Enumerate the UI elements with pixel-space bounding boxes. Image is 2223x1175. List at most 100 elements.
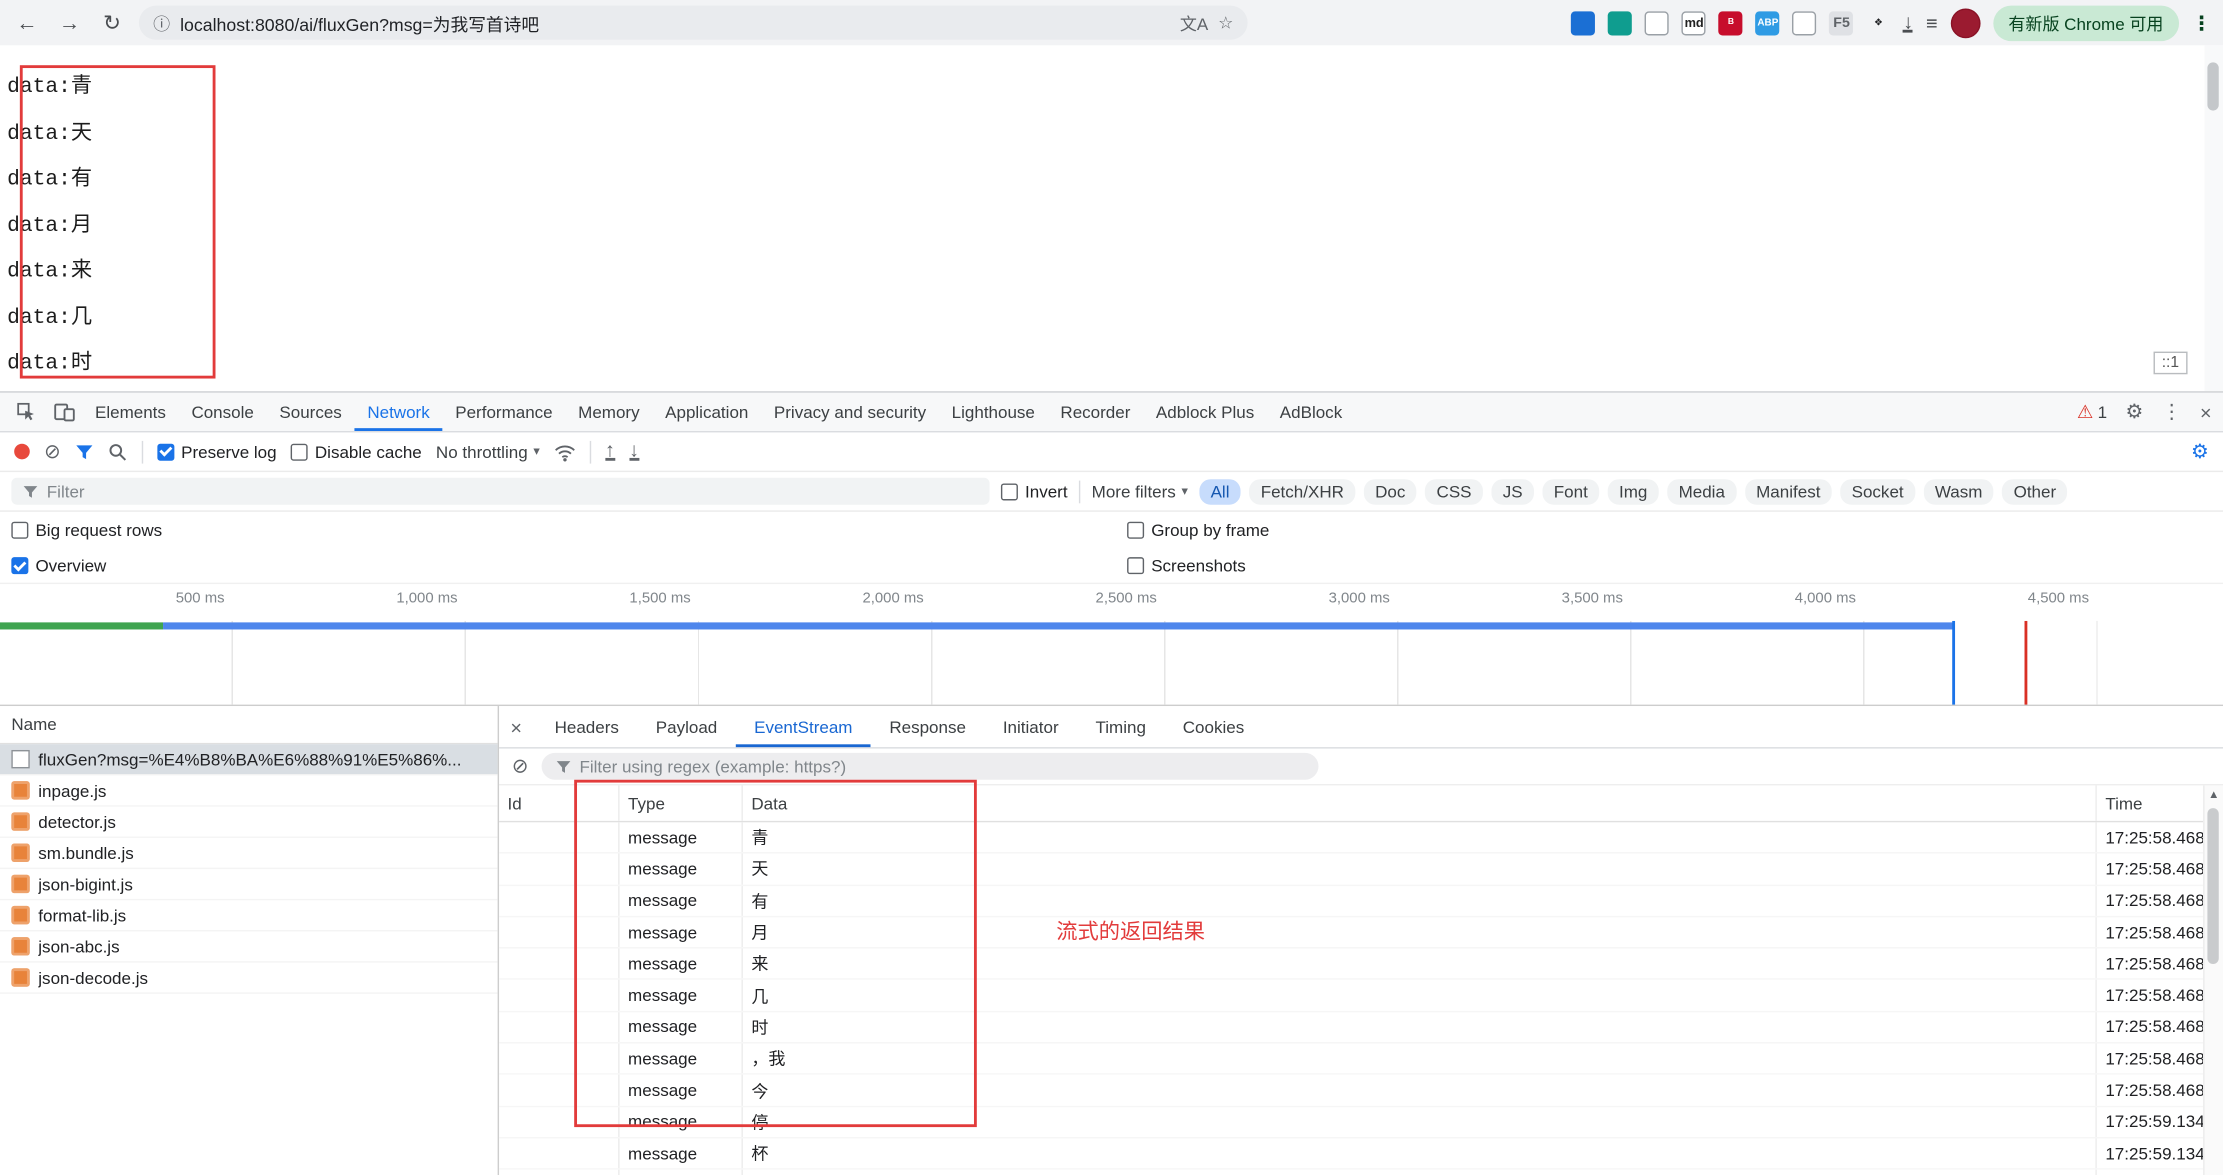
browser-menu-icon[interactable]: ⋮ — [2192, 11, 2212, 35]
overview-checkbox[interactable]: Overview — [11, 556, 106, 576]
checkbox-unchecked[interactable] — [291, 443, 308, 460]
invert-checkbox[interactable]: Invert — [1001, 481, 1068, 501]
eventstream-row[interactable]: message 今 17:25:58.468 — [499, 1075, 2203, 1107]
scroll-up-icon[interactable]: ▲ — [2205, 788, 2223, 801]
disable-cache-checkbox[interactable]: Disable cache — [291, 442, 422, 462]
devtools-tab[interactable]: Elements — [82, 393, 178, 431]
markdown-extension-icon[interactable]: md — [1682, 11, 1706, 35]
devtools-tab[interactable]: Memory — [565, 393, 652, 431]
devtools-tab[interactable]: Network — [355, 393, 443, 431]
devtools-tab[interactable]: Adblock Plus — [1143, 393, 1267, 431]
big-request-rows-checkbox[interactable]: Big request rows — [11, 520, 162, 540]
devtools-settings-icon[interactable]: ⚙ — [2126, 400, 2144, 424]
close-detail-icon[interactable]: × — [510, 715, 522, 738]
filter-chip[interactable]: Socket — [1840, 478, 1915, 504]
adblock-plus-extension-icon[interactable]: ABP — [1756, 11, 1780, 35]
profile-avatar[interactable] — [1950, 8, 1980, 38]
teal-extension-icon[interactable] — [1645, 11, 1669, 35]
eventstream-scrollbar-thumb[interactable] — [2207, 808, 2218, 964]
reader-extension-icon[interactable]: B — [1719, 11, 1743, 35]
time-column-header[interactable]: Time — [2095, 785, 2203, 820]
eventstream-row[interactable]: message 几 17:25:58.468 — [499, 980, 2203, 1012]
page-scrollbar-thumb[interactable] — [2207, 62, 2218, 110]
eventstream-row[interactable]: message 月 17:25:58.468 — [499, 917, 2203, 949]
detail-tab[interactable]: Payload — [637, 706, 735, 747]
request-row[interactable]: fluxGen?msg=%E4%B8%BA%E6%88%91%E5%86%... — [0, 744, 498, 775]
filter-chip[interactable]: CSS — [1425, 478, 1483, 504]
checkbox-unchecked[interactable] — [11, 522, 28, 539]
issues-badge[interactable]: ⚠ 1 — [2077, 401, 2107, 424]
checkbox-unchecked[interactable] — [1127, 557, 1144, 574]
filter-chip[interactable]: JS — [1491, 478, 1534, 504]
eventstream-row[interactable]: message 天 17:25:58.468 — [499, 854, 2203, 886]
detail-tab[interactable]: Initiator — [984, 706, 1077, 747]
filter-chip[interactable]: Doc — [1364, 478, 1417, 504]
filter-chip[interactable]: All — [1199, 478, 1241, 504]
filter-toggle-icon[interactable] — [75, 443, 93, 460]
address-bar[interactable]: ⓘ localhost:8080/ai/fluxGen?msg=为我写首诗吧 文… — [139, 6, 1248, 40]
back-icon[interactable]: ← — [11, 11, 42, 35]
checkbox-unchecked[interactable] — [1127, 522, 1144, 539]
request-row[interactable]: json-decode.js — [0, 963, 498, 994]
eventstream-row[interactable]: message 时 17:25:58.468 — [499, 1012, 2203, 1044]
throttling-select[interactable]: No throttling ▾ — [436, 442, 540, 462]
chrome-update-chip[interactable]: 有新版 Chrome 可用 — [1993, 5, 2179, 40]
record-network-log-icon[interactable] — [14, 444, 30, 460]
export-har-icon[interactable]: ↓ — [629, 442, 639, 460]
eventstream-row[interactable]: message 停 17:25:59.134 — [499, 1107, 2203, 1139]
filter-chip[interactable]: Other — [2002, 478, 2067, 504]
devtools-tab[interactable]: Console — [179, 393, 267, 431]
puzzle-extensions-icon[interactable]: ❖ — [1866, 11, 1890, 35]
devtools-menu-icon[interactable]: ⋮ — [2162, 400, 2182, 424]
f5-extension-icon[interactable]: F5 — [1830, 11, 1854, 35]
request-row[interactable]: format-lib.js — [0, 900, 498, 931]
url-text[interactable]: localhost:8080/ai/fluxGen?msg=为我写首诗吧 — [180, 9, 1170, 36]
filter-chip[interactable]: Font — [1542, 478, 1599, 504]
checkbox-checked[interactable] — [157, 443, 174, 460]
device-toolbar-icon[interactable] — [45, 401, 82, 422]
bookmark-star-icon[interactable]: ☆ — [1218, 13, 1233, 33]
forward-icon[interactable]: → — [54, 11, 85, 35]
name-column-header[interactable]: Name — [0, 706, 498, 744]
devtools-tab[interactable]: Application — [652, 393, 761, 431]
devtools-tab[interactable]: Sources — [267, 393, 355, 431]
type-column-header[interactable]: Type — [620, 785, 743, 820]
preserve-log-checkbox[interactable]: Preserve log — [157, 442, 277, 462]
filter-input[interactable]: Filter — [11, 478, 989, 505]
eventstream-filter-input[interactable]: Filter using regex (example: https?) — [541, 753, 1318, 780]
blue-extension-icon[interactable] — [1608, 11, 1632, 35]
page-scrollbar[interactable] — [2205, 45, 2223, 391]
clear-eventstream-icon[interactable]: ⊘ — [512, 754, 529, 778]
detail-tab[interactable]: Cookies — [1164, 706, 1262, 747]
filter-chip[interactable]: Media — [1667, 478, 1736, 504]
request-row[interactable]: inpage.js — [0, 775, 498, 806]
site-info-icon[interactable]: ⓘ — [153, 11, 170, 35]
filter-chip[interactable]: Fetch/XHR — [1249, 478, 1355, 504]
data-column-header[interactable]: Data — [743, 793, 2096, 813]
id-column-header[interactable]: Id — [499, 785, 620, 820]
group-by-frame-checkbox[interactable]: Group by frame — [1127, 520, 1269, 540]
checkbox-checked[interactable] — [11, 557, 28, 574]
checkbox-unchecked[interactable] — [1001, 483, 1018, 500]
devtools-tab[interactable]: AdBlock — [1267, 393, 1355, 431]
devtools-close-icon[interactable]: × — [2200, 401, 2212, 424]
request-row[interactable]: json-bigint.js — [0, 869, 498, 900]
eventstream-row[interactable]: message 青 17:25:58.468 — [499, 822, 2203, 854]
network-settings-gear-icon[interactable]: ⚙ — [2191, 439, 2209, 463]
notes-extension-icon[interactable] — [1793, 11, 1817, 35]
devtools-tab[interactable]: Lighthouse — [939, 393, 1048, 431]
devtools-tab[interactable]: Privacy and security — [761, 393, 939, 431]
request-row[interactable]: sm.bundle.js — [0, 838, 498, 869]
screenshots-checkbox[interactable]: Screenshots — [1127, 556, 1246, 576]
clear-network-log-icon[interactable]: ⊘ — [44, 439, 61, 463]
dark-extension-icon[interactable] — [1572, 11, 1596, 35]
inspect-element-icon[interactable] — [9, 402, 46, 422]
downloads-icon[interactable]: ↓ — [1903, 13, 1913, 31]
detail-tab[interactable]: Headers — [536, 706, 637, 747]
devtools-tab[interactable]: Performance — [442, 393, 565, 431]
side-panel-icon[interactable]: ≡ — [1926, 11, 1938, 34]
network-conditions-icon[interactable] — [554, 442, 575, 462]
import-har-icon[interactable]: ↑ — [605, 442, 615, 460]
detail-tab[interactable]: Response — [871, 706, 984, 747]
request-row[interactable]: json-abc.js — [0, 931, 498, 962]
